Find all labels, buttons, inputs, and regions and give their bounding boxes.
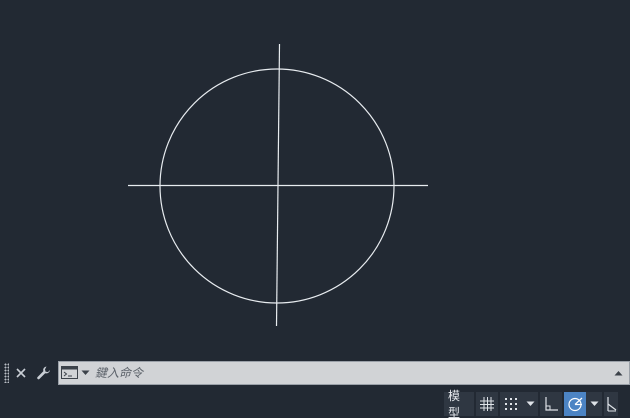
command-input-container bbox=[58, 361, 630, 385]
command-history-button[interactable] bbox=[611, 365, 625, 381]
close-command-line-button[interactable] bbox=[11, 363, 31, 383]
triangle-up-icon bbox=[614, 371, 622, 376]
status-bar: 模型 bbox=[0, 389, 630, 418]
drawing-canvas[interactable] bbox=[0, 0, 630, 356]
snap-toggle-button[interactable] bbox=[500, 392, 522, 416]
polar-tracking-toggle-button[interactable] bbox=[564, 392, 586, 416]
polar-tracking-icon bbox=[568, 397, 583, 412]
grid-icon bbox=[480, 397, 494, 411]
command-input[interactable] bbox=[95, 363, 595, 383]
command-prompt-icon bbox=[61, 366, 78, 379]
polar-tracking-menu-button[interactable] bbox=[586, 392, 602, 416]
isodraft-toggle-button[interactable] bbox=[604, 392, 618, 416]
caret-down-icon bbox=[526, 401, 534, 406]
customize-button[interactable] bbox=[34, 363, 54, 383]
isodraft-icon bbox=[607, 397, 617, 412]
close-icon bbox=[16, 368, 26, 378]
caret-down-icon bbox=[81, 370, 90, 375]
grid-toggle-button[interactable] bbox=[476, 392, 498, 416]
model-space-button[interactable]: 模型 bbox=[444, 389, 474, 418]
wrench-icon bbox=[37, 366, 50, 380]
model-space-label: 模型 bbox=[448, 389, 461, 418]
grip-handle-icon[interactable] bbox=[4, 363, 9, 383]
command-line-bar bbox=[0, 360, 630, 386]
ortho-icon bbox=[545, 397, 558, 411]
status-bar-tools: 模型 bbox=[444, 389, 618, 418]
snap-dots-icon bbox=[505, 398, 517, 410]
recent-commands-button[interactable] bbox=[61, 364, 91, 382]
cad-application: 模型 bbox=[0, 0, 630, 418]
ortho-toggle-button[interactable] bbox=[540, 392, 562, 416]
caret-down-icon bbox=[590, 401, 598, 406]
snap-menu-button[interactable] bbox=[522, 392, 538, 416]
